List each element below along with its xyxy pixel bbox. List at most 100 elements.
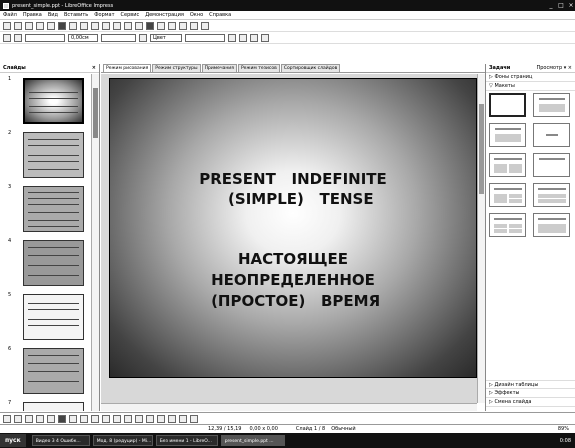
layout-content-two[interactable]	[489, 183, 526, 207]
fontwork-icon[interactable]	[168, 414, 176, 423]
spellcheck-icon[interactable]	[80, 22, 88, 30]
taskbar-item-4[interactable]: present_simple.ppt ...	[220, 435, 285, 446]
line-style-select[interactable]	[25, 34, 65, 42]
section-table-design[interactable]: ▷ Дизайн таблицы	[486, 380, 575, 389]
section-slide-transition[interactable]: ▷ Смена слайда	[486, 398, 575, 407]
edit-icon[interactable]	[47, 22, 55, 30]
arrow-style-icon[interactable]	[14, 34, 22, 42]
curve-tool-icon[interactable]	[69, 414, 77, 423]
slide-thumb-4[interactable]	[23, 240, 84, 286]
select-arrow-icon[interactable]	[3, 414, 11, 423]
tab-notes[interactable]: Примечания	[201, 64, 237, 72]
zoom-icon[interactable]	[179, 22, 187, 30]
callouts-icon[interactable]	[135, 414, 143, 423]
stars-icon[interactable]	[146, 414, 154, 423]
slide-title[interactable]: PRESENT INDEFINITE (SIMPLE) TENSE	[110, 169, 476, 209]
tab-normal[interactable]: Режим рисования	[103, 64, 152, 72]
print-icon[interactable]	[69, 22, 77, 30]
from-file-icon[interactable]	[179, 414, 187, 423]
page-style[interactable]: Обычный	[331, 426, 355, 432]
slides-panel-close-button[interactable]: ×	[92, 65, 96, 71]
save-icon[interactable]	[25, 22, 33, 30]
help-icon[interactable]	[201, 22, 209, 30]
area-icon[interactable]	[139, 34, 147, 42]
layout-six-content[interactable]	[533, 213, 570, 237]
section-layouts[interactable]: ▽ Макеты	[486, 82, 575, 91]
layout-title-only[interactable]	[533, 153, 570, 177]
cut-icon[interactable]	[91, 22, 99, 30]
text-tool-icon[interactable]	[58, 414, 66, 423]
align-icon[interactable]	[250, 34, 258, 42]
menu-insert[interactable]: Вставить	[64, 12, 88, 18]
area-style-select[interactable]: Цвет	[150, 34, 182, 42]
layout-title-text[interactable]	[489, 123, 526, 147]
maximize-button[interactable]: □	[557, 2, 565, 9]
section-effects[interactable]: ▷ Эффекты	[486, 389, 575, 398]
arrow-tool-icon[interactable]	[25, 414, 33, 423]
section-master-pages[interactable]: ▷ Фоны страниц	[486, 73, 575, 82]
start-button[interactable]: пуск	[0, 434, 26, 447]
menu-view[interactable]: Вид	[48, 12, 58, 18]
tasks-view-menu[interactable]: Просмотр ▾ ×	[536, 65, 572, 71]
minimize-button[interactable]: _	[547, 2, 555, 9]
rectangle-tool-icon[interactable]	[36, 414, 44, 423]
current-slide[interactable]: PRESENT INDEFINITE (SIMPLE) TENSE НАСТОЯ…	[109, 78, 477, 378]
basic-shapes-icon[interactable]	[91, 414, 99, 423]
taskbar-item-3[interactable]: Без имени 1 - LibreO...	[155, 435, 218, 446]
close-button[interactable]: ×	[567, 2, 575, 9]
slides-scrollbar[interactable]	[91, 74, 99, 411]
block-arrows-icon[interactable]	[113, 414, 121, 423]
rotate-icon[interactable]	[239, 34, 247, 42]
points-icon[interactable]	[157, 414, 165, 423]
flowchart-icon[interactable]	[124, 414, 132, 423]
ellipse-tool-icon[interactable]	[47, 414, 55, 423]
connector-tool-icon[interactable]	[80, 414, 88, 423]
menu-file[interactable]: Файл	[3, 12, 17, 18]
menu-window[interactable]: Окно	[190, 12, 203, 18]
slide-thumb-5[interactable]	[23, 294, 84, 340]
new-icon[interactable]	[3, 22, 11, 30]
menu-edit[interactable]: Правка	[23, 12, 42, 18]
editor-horizontal-scrollbar[interactable]	[101, 403, 477, 411]
email-icon[interactable]	[36, 22, 44, 30]
open-icon[interactable]	[14, 22, 22, 30]
tab-sorter[interactable]: Сортировщик слайдов	[280, 64, 341, 72]
layout-blank[interactable]	[489, 93, 526, 117]
taskbar-item-1[interactable]: Видео 3 4 Ошибк...	[31, 435, 90, 446]
tab-handout[interactable]: Режим тезисов	[237, 64, 280, 72]
chart-icon[interactable]	[146, 22, 154, 30]
line-width-field[interactable]: 0,00см	[68, 34, 98, 42]
slideshow-icon[interactable]	[190, 22, 198, 30]
pdf-icon[interactable]	[58, 22, 66, 30]
redo-icon[interactable]	[135, 22, 143, 30]
menu-tools[interactable]: Сервис	[121, 12, 140, 18]
extrusion-icon[interactable]	[190, 414, 198, 423]
slide-body[interactable]: НАСТОЯЩЕЕ НЕОПРЕДЕЛЕННОЕ (ПРОСТОЕ) ВРЕМЯ	[110, 249, 476, 312]
symbol-shapes-icon[interactable]	[102, 414, 110, 423]
line-color-select[interactable]	[101, 34, 136, 42]
slide-thumb-6[interactable]	[23, 348, 84, 394]
tab-outline[interactable]: Режим структуры	[152, 64, 201, 72]
paste-icon[interactable]	[113, 22, 121, 30]
layout-centered-text[interactable]	[533, 123, 570, 147]
shadow-icon[interactable]	[228, 34, 236, 42]
menu-format[interactable]: Формат	[94, 12, 114, 18]
layout-two-content-stacked[interactable]	[533, 183, 570, 207]
menu-help[interactable]: Справка	[209, 12, 231, 18]
image-icon[interactable]	[168, 22, 176, 30]
menu-slideshow[interactable]: Демонстрация	[145, 12, 184, 18]
slide-thumb-2[interactable]	[23, 132, 84, 178]
line-tool-icon[interactable]	[14, 414, 22, 423]
slide-thumb-1[interactable]	[23, 78, 84, 124]
taskbar-item-2[interactable]: Мод. 8 (редуцир) - Mi...	[92, 435, 153, 446]
editor-vertical-scrollbar[interactable]	[477, 74, 485, 403]
undo-icon[interactable]	[124, 22, 132, 30]
area-fill-select[interactable]	[185, 34, 225, 42]
table-icon[interactable]	[157, 22, 165, 30]
line-style-icon[interactable]	[3, 34, 11, 42]
arrange-icon[interactable]	[261, 34, 269, 42]
slide-thumb-3[interactable]	[23, 186, 84, 232]
layout-title-content[interactable]	[533, 93, 570, 117]
copy-icon[interactable]	[102, 22, 110, 30]
slide-thumb-7[interactable]	[23, 402, 84, 411]
